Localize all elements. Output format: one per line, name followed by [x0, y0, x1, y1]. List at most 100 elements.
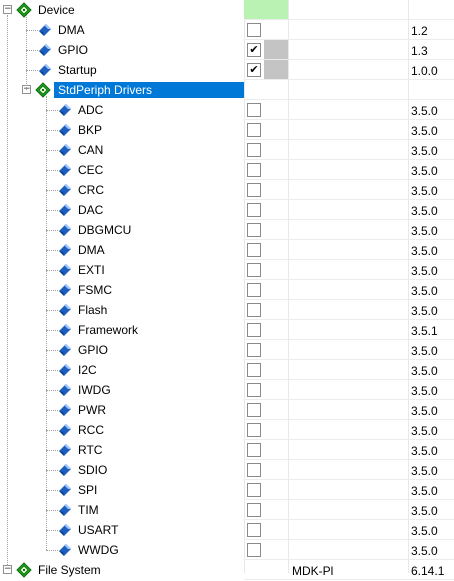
tree-item-driver-pwr[interactable]: PWR 3.5.0 — [0, 400, 454, 420]
select-cell — [244, 520, 288, 540]
tree-item-driver-crc[interactable]: CRC 3.5.0 — [0, 180, 454, 200]
component-gem-icon — [59, 484, 71, 499]
tree-item-driver-fsmc[interactable]: FSMC 3.5.0 — [0, 280, 454, 300]
select-checkbox[interactable] — [247, 163, 261, 177]
select-checkbox[interactable] — [247, 303, 261, 317]
version-text: 3.5.0 — [411, 144, 438, 158]
component-gem-icon — [39, 64, 51, 79]
tree-item-driver-adc[interactable]: ADC 3.5.0 — [0, 100, 454, 120]
tree-connector — [46, 110, 58, 111]
driver-label: IWDG — [78, 383, 111, 397]
tree-item-device-startup[interactable]: Startup ✔ 1.0.0 — [0, 60, 454, 80]
select-cell — [244, 500, 288, 520]
select-checkbox[interactable] — [247, 123, 261, 137]
tree-item-device-gpio[interactable]: GPIO ✔ 1.3 — [0, 40, 454, 60]
tree-item-driver-wwdg[interactable]: WWDG 3.5.0 — [0, 540, 454, 560]
version-text: 3.5.0 — [411, 544, 438, 558]
tree-item-driver-dma[interactable]: DMA 3.5.0 — [0, 240, 454, 260]
driver-label: SDIO — [78, 463, 108, 477]
tree-item-driver-bkp[interactable]: BKP 3.5.0 — [0, 120, 454, 140]
tree-item-driver-rcc[interactable]: RCC 3.5.0 — [0, 420, 454, 440]
select-checkbox[interactable] — [247, 383, 261, 397]
tree-item-driver-dac[interactable]: DAC 3.5.0 — [0, 200, 454, 220]
select-checkbox[interactable] — [247, 503, 261, 517]
select-cell — [244, 240, 288, 260]
select-checkbox[interactable] — [247, 243, 261, 257]
select-cell — [244, 100, 288, 120]
component-gem-icon — [59, 544, 71, 559]
driver-label: RCC — [78, 423, 104, 437]
select-checkbox[interactable] — [247, 523, 261, 537]
tree-connector — [46, 510, 58, 511]
tree-item-driver-iwdg[interactable]: IWDG 3.5.0 — [0, 380, 454, 400]
tree-item-driver-gpio[interactable]: GPIO 3.5.0 — [0, 340, 454, 360]
version-text: 6.14.1 — [411, 564, 445, 578]
version-text: 3.5.0 — [411, 124, 438, 138]
select-cell — [244, 120, 288, 140]
tree-item-driver-tim[interactable]: TIM 3.5.0 — [0, 500, 454, 520]
select-checkbox[interactable] — [247, 203, 261, 217]
component-gem-icon — [59, 144, 71, 159]
tree-item-driver-exti[interactable]: EXTI 3.5.0 — [0, 260, 454, 280]
component-gem-icon — [59, 444, 71, 459]
select-checkbox[interactable] — [247, 143, 261, 157]
tree-item-device[interactable]: − Device — [0, 0, 454, 20]
driver-label: FSMC — [78, 283, 112, 297]
select-checkbox[interactable] — [247, 23, 261, 37]
select-cell — [244, 320, 288, 340]
tree-item-driver-flash[interactable]: Flash 3.5.0 — [0, 300, 454, 320]
tree-item-driver-dbgmcu[interactable]: DBGMCU 3.5.0 — [0, 220, 454, 240]
select-checkbox[interactable] — [247, 183, 261, 197]
driver-label: CEC — [78, 163, 104, 177]
select-checkbox[interactable]: ✔ — [247, 63, 261, 77]
select-checkbox[interactable] — [247, 323, 261, 337]
select-checkbox[interactable] — [247, 263, 261, 277]
tree-item-driver-spi[interactable]: SPI 3.5.0 — [0, 480, 454, 500]
tree-item-device-dma[interactable]: DMA 1.2 — [0, 20, 454, 40]
tree-item-stdperiph-drivers[interactable]: − StdPeriph Drivers — [0, 80, 454, 100]
collapse-toggle-icon[interactable]: − — [3, 5, 12, 14]
select-checkbox[interactable] — [247, 463, 261, 477]
select-checkbox[interactable] — [247, 103, 261, 117]
tree-item-driver-i2c[interactable]: I2C 3.5.0 — [0, 360, 454, 380]
select-checkbox[interactable] — [247, 363, 261, 377]
row-gridline — [244, 579, 454, 580]
driver-label: SPI — [78, 483, 98, 497]
tree-item-driver-framework[interactable]: Framework 3.5.1 — [0, 320, 454, 340]
version-text: 1.3 — [411, 44, 428, 58]
version-text: 3.5.0 — [411, 244, 438, 258]
select-checkbox[interactable] — [247, 343, 261, 357]
tree-connector — [46, 410, 58, 411]
select-checkbox[interactable] — [247, 483, 261, 497]
tree-item-driver-rtc[interactable]: RTC 3.5.0 — [0, 440, 454, 460]
select-checkbox[interactable] — [247, 403, 261, 417]
tree-item-file-system[interactable]: − File System 6.14.1 MDK-Pl — [0, 560, 454, 580]
tree-connector — [46, 150, 58, 151]
select-cell — [244, 380, 288, 400]
component-gem-icon — [59, 244, 71, 259]
driver-label: DBGMCU — [78, 223, 132, 237]
select-checkbox[interactable] — [247, 443, 261, 457]
select-checkbox[interactable] — [247, 223, 261, 237]
tree-connector — [46, 490, 58, 491]
tree-connector — [46, 330, 58, 331]
tree-trunk-device — [26, 15, 27, 90]
driver-label: Framework — [78, 323, 139, 337]
version-text: 3.5.0 — [411, 204, 438, 218]
tree-item-driver-cec[interactable]: CEC 3.5.0 — [0, 160, 454, 180]
select-cell — [244, 140, 288, 160]
tree-item-driver-can[interactable]: CAN 3.5.0 — [0, 140, 454, 160]
version-text: 3.5.0 — [411, 284, 438, 298]
select-cell — [244, 440, 288, 460]
version-text: 1.2 — [411, 24, 428, 38]
driver-label: DMA — [78, 243, 105, 257]
select-checkbox[interactable] — [247, 543, 261, 557]
tree-connector — [26, 70, 38, 71]
version-text: 3.5.0 — [411, 484, 438, 498]
version-text: 3.5.0 — [411, 424, 438, 438]
select-checkbox[interactable] — [247, 423, 261, 437]
tree-item-driver-usart[interactable]: USART 3.5.0 — [0, 520, 454, 540]
select-checkbox[interactable]: ✔ — [247, 43, 261, 57]
select-checkbox[interactable] — [247, 283, 261, 297]
tree-item-driver-sdio[interactable]: SDIO 3.5.0 — [0, 460, 454, 480]
